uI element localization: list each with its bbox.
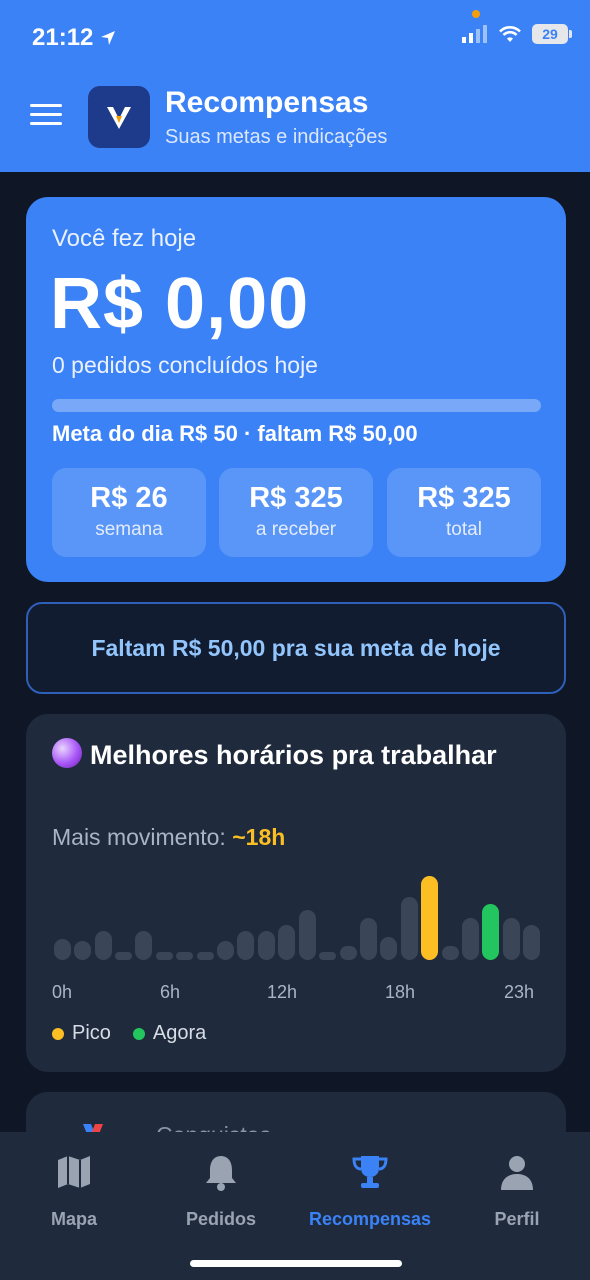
today-value: R$ 0,00 bbox=[50, 264, 310, 344]
status-icons: 29 bbox=[462, 24, 572, 44]
nav-tab-profile[interactable]: Perfil bbox=[447, 1152, 587, 1230]
nav-tab-rewards[interactable]: Recompensas bbox=[300, 1152, 440, 1230]
stat-week: R$ 26 semana bbox=[52, 468, 206, 557]
legend-dot bbox=[52, 1027, 64, 1040]
hour-bar-0h bbox=[53, 938, 71, 960]
hour-bar-23h bbox=[523, 925, 541, 960]
hour-bar-18h bbox=[421, 875, 439, 960]
page-subtitle: Suas metas e indicações bbox=[165, 126, 388, 148]
stat-label: a receber bbox=[255, 519, 337, 540]
tick-label: 12h bbox=[267, 982, 298, 1002]
page-title: Recompensas bbox=[165, 86, 369, 119]
tick-label: 23h bbox=[504, 982, 535, 1002]
hour-bar-3h bbox=[114, 952, 132, 960]
battery-icon: 29 bbox=[532, 24, 572, 44]
legend-dot bbox=[132, 1027, 145, 1040]
location-arrow-icon bbox=[101, 31, 116, 45]
tick-label: 6h bbox=[160, 982, 181, 1002]
hour-bar-19h bbox=[441, 945, 459, 960]
crystal-ball-icon bbox=[52, 738, 82, 768]
hour-bar-11h bbox=[278, 925, 296, 960]
signal-icon bbox=[462, 25, 487, 43]
tick-label: 0h bbox=[52, 982, 73, 1002]
daily-goal-progress bbox=[52, 399, 541, 412]
status-bar: 21:12 29 bbox=[0, 0, 590, 72]
wifi-icon bbox=[499, 26, 521, 42]
hour-bar-9h bbox=[237, 931, 255, 960]
hour-bar-13h bbox=[319, 952, 337, 960]
privacy-indicator-dot bbox=[472, 10, 480, 18]
nav-label: Perfil bbox=[494, 1209, 540, 1229]
hour-bar-17h bbox=[400, 896, 418, 960]
today-earnings-card: Você fez hoje R$ 0,00 0 pedidos concluíd… bbox=[26, 197, 566, 582]
menu-icon[interactable] bbox=[30, 104, 62, 128]
today-orders: 0 pedidos concluídos hoje bbox=[52, 352, 318, 378]
map-icon bbox=[58, 1156, 90, 1188]
tick-label: 18h bbox=[385, 982, 416, 1002]
hour-bar-1h bbox=[74, 940, 92, 960]
hour-bar-2h bbox=[94, 931, 112, 960]
person-icon bbox=[501, 1156, 533, 1190]
hour-bar-6h bbox=[176, 952, 194, 960]
hour-bar-20h bbox=[462, 917, 480, 960]
app-logo bbox=[88, 86, 150, 148]
legend-now: Agora bbox=[132, 1022, 206, 1045]
bottom-navigation: Mapa Pedidos Recompensas Perfil bbox=[0, 1132, 590, 1280]
nav-tab-orders[interactable]: Pedidos bbox=[151, 1152, 291, 1230]
trophy-icon bbox=[352, 1156, 388, 1188]
stat-to-receive: R$ 325 a receber bbox=[219, 468, 373, 557]
goal-remaining-banner: Faltam R$ 50,00 pra sua meta de hoje bbox=[26, 602, 566, 694]
stat-value: R$ 26 bbox=[90, 482, 168, 514]
hourly-activity-chart bbox=[52, 864, 542, 960]
today-label: Você fez hoje bbox=[52, 225, 197, 252]
status-time: 21:12 bbox=[32, 24, 117, 52]
hour-bar-5h bbox=[155, 952, 173, 960]
best-hours-title: Melhores horários pra trabalhar bbox=[52, 738, 532, 773]
hour-bar-15h bbox=[359, 917, 377, 960]
legend-peak: Pico bbox=[52, 1022, 111, 1045]
hour-bar-7h bbox=[196, 952, 214, 960]
nav-label: Recompensas bbox=[308, 1209, 432, 1229]
peak-hour-value: ~18h bbox=[232, 824, 286, 850]
hour-bar-12h bbox=[298, 910, 316, 960]
daily-goal-text: Meta do dia R$ 50 · faltam R$ 50,00 bbox=[52, 421, 418, 446]
peak-hour-line: Mais movimento: ~18h bbox=[52, 824, 286, 850]
app-header: 21:12 29 Recompensas Suas metas e indica… bbox=[0, 0, 590, 172]
stat-label: semana bbox=[95, 519, 163, 540]
hour-bar-8h bbox=[217, 940, 235, 960]
nav-label: Pedidos bbox=[185, 1209, 256, 1229]
home-indicator[interactable] bbox=[190, 1260, 402, 1267]
goal-remaining-text: Faltam R$ 50,00 pra sua meta de hoje bbox=[91, 635, 501, 661]
hour-bar-22h bbox=[502, 917, 520, 960]
hour-bar-21h bbox=[482, 904, 500, 960]
hour-bar-14h bbox=[339, 945, 357, 960]
nav-tab-map[interactable]: Mapa bbox=[4, 1152, 144, 1230]
nav-label: Mapa bbox=[50, 1209, 97, 1229]
stat-label: total bbox=[446, 519, 482, 540]
bell-icon bbox=[206, 1156, 236, 1191]
stat-value: R$ 325 bbox=[249, 482, 343, 514]
hour-bar-10h bbox=[257, 931, 275, 960]
stat-value: R$ 325 bbox=[417, 482, 511, 514]
best-hours-card: Melhores horários pra trabalhar Mais mov… bbox=[26, 714, 566, 1072]
chart-legend: Pico Agora bbox=[52, 1022, 206, 1045]
logo-v-icon bbox=[107, 107, 131, 129]
stat-total: R$ 325 total bbox=[387, 468, 541, 557]
hour-bar-16h bbox=[380, 936, 398, 960]
hour-bar-4h bbox=[135, 931, 153, 960]
